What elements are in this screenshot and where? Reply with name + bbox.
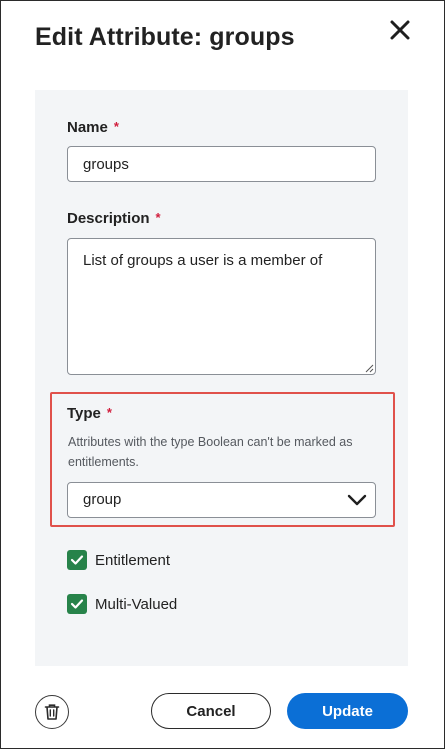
checkmark-icon bbox=[70, 599, 84, 609]
form-panel: Name * Description * List of groups a user… bbox=[35, 90, 408, 666]
delete-button[interactable] bbox=[35, 695, 69, 729]
cancel-button[interactable]: Cancel bbox=[151, 693, 271, 729]
close-icon bbox=[390, 20, 410, 40]
checkbox-checked[interactable] bbox=[67, 550, 87, 570]
trash-icon bbox=[44, 704, 60, 720]
close-button[interactable] bbox=[387, 17, 413, 43]
description-textarea[interactable]: List of groups a user is a member of bbox=[67, 238, 376, 375]
description-label-text: Description bbox=[67, 210, 150, 227]
chevron-down-icon bbox=[347, 494, 367, 506]
multi-valued-checkbox[interactable]: Multi-Valued bbox=[67, 594, 177, 614]
required-mark: * bbox=[106, 405, 112, 420]
update-button[interactable]: Update bbox=[287, 693, 408, 729]
entitlement-checkbox[interactable]: Entitlement bbox=[67, 550, 170, 570]
edit-attribute-dialog: Edit Attribute: groups Name * Description… bbox=[0, 0, 445, 749]
entitlement-label: Entitlement bbox=[95, 551, 171, 569]
type-help-text: Attributes with the type Boolean can't b… bbox=[68, 435, 353, 469]
multi-valued-label: Multi-Valued bbox=[95, 595, 178, 613]
type-selected-value: group bbox=[83, 491, 122, 508]
checkbox-checked[interactable] bbox=[67, 594, 87, 614]
checkmark-icon bbox=[70, 555, 84, 565]
name-input[interactable] bbox=[67, 146, 376, 182]
type-label: Type * bbox=[67, 405, 112, 422]
name-label-text: Name bbox=[67, 119, 108, 136]
description-label: Description * bbox=[67, 210, 161, 227]
dialog-title: Edit Attribute: groups bbox=[35, 23, 295, 51]
type-select[interactable]: group bbox=[67, 482, 376, 518]
type-label-text: Type bbox=[67, 405, 101, 422]
name-label: Name * bbox=[67, 119, 119, 136]
type-field-highlight: Type * Attributes with the type Boolean c… bbox=[50, 392, 395, 527]
resize-handle-icon[interactable] bbox=[365, 364, 374, 373]
description-field-wrap: List of groups a user is a member of bbox=[67, 238, 376, 375]
required-mark: * bbox=[155, 210, 161, 225]
required-mark: * bbox=[113, 119, 119, 134]
